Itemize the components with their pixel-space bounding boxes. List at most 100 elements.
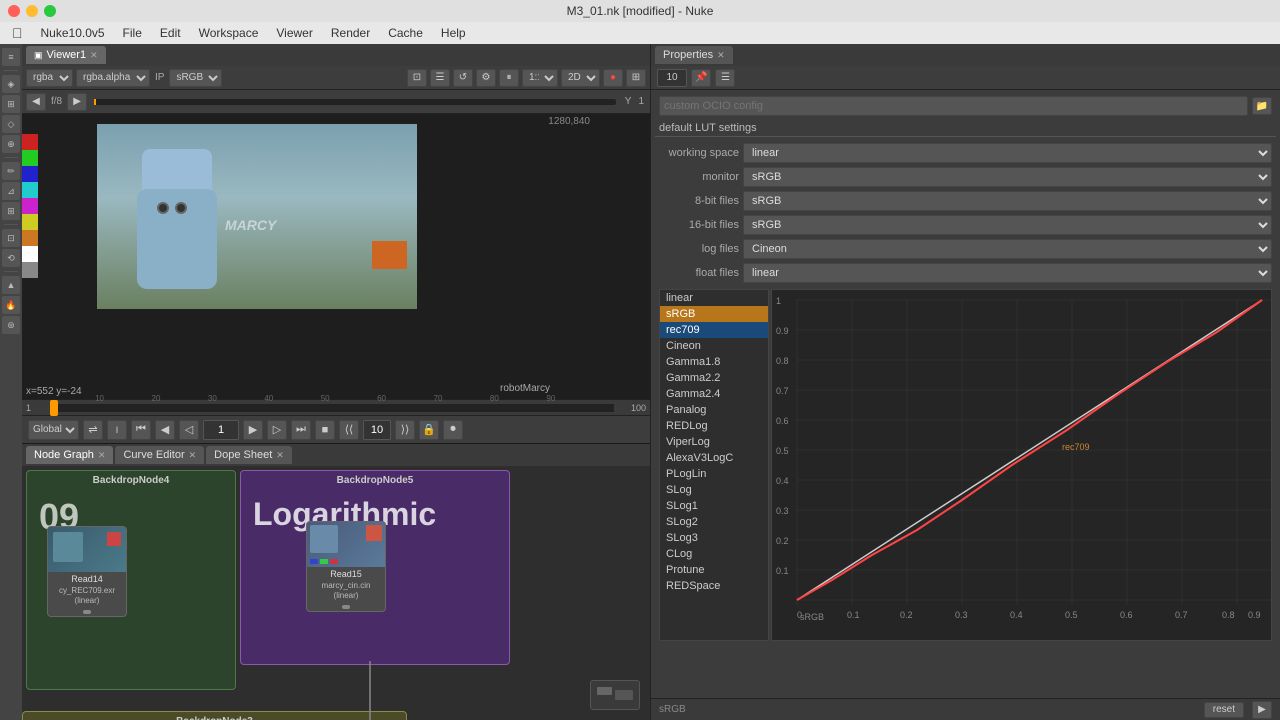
dope-sheet-close[interactable]: ✕ bbox=[276, 450, 284, 461]
toolbar-btn-7[interactable]: ⊿ bbox=[2, 182, 20, 200]
toolbar-btn-fire[interactable]: 🔥 bbox=[2, 296, 20, 314]
playback-nudge-left[interactable]: ⟨⟨ bbox=[339, 420, 359, 440]
toolbar-btn-10[interactable]: ⟲ bbox=[2, 249, 20, 267]
playback-nudge-right[interactable]: ⟩⟩ bbox=[395, 420, 415, 440]
curve-editor-close[interactable]: ✕ bbox=[189, 450, 197, 461]
playback-first-btn[interactable]: ⏮ bbox=[131, 420, 151, 440]
timeline-track[interactable]: 10 20 30 40 50 60 70 80 90 bbox=[50, 404, 614, 412]
zoom-select[interactable]: 1:1 bbox=[522, 69, 558, 87]
viewer-refresh-btn[interactable]: ↺ bbox=[453, 69, 473, 87]
tab-node-graph[interactable]: Node Graph ✕ bbox=[26, 446, 113, 464]
tab-curve-editor[interactable]: Curve Editor ✕ bbox=[115, 446, 204, 464]
float-dropdown[interactable]: linear bbox=[743, 263, 1272, 283]
apple-menu[interactable]:  bbox=[4, 25, 31, 41]
minimize-button[interactable] bbox=[26, 5, 38, 17]
lut-item-ploglin[interactable]: PLogLin bbox=[660, 466, 768, 482]
viewer-nav-right[interactable]: ▶ bbox=[67, 93, 87, 111]
channels-select[interactable]: rgba bbox=[26, 69, 73, 87]
toolbar-btn-1[interactable]: ≡ bbox=[2, 48, 20, 66]
menu-viewer[interactable]: Viewer bbox=[268, 24, 320, 42]
lut-item-redlog[interactable]: REDLog bbox=[660, 418, 768, 434]
lut-item-viperlog[interactable]: ViperLog bbox=[660, 434, 768, 450]
playback-back-btn[interactable]: ◁ bbox=[179, 420, 199, 440]
menu-edit[interactable]: Edit bbox=[152, 24, 189, 42]
viewer-pip-btn[interactable]: ⊞ bbox=[626, 69, 646, 87]
playback-type-btn[interactable]: I bbox=[107, 420, 127, 440]
lut-item-linear[interactable]: linear bbox=[660, 290, 768, 306]
properties-tab[interactable]: Properties ✕ bbox=[655, 46, 733, 64]
properties-tab-close[interactable]: ✕ bbox=[717, 50, 725, 61]
menu-help[interactable]: Help bbox=[433, 24, 474, 42]
lut-item-gamma18[interactable]: Gamma1.8 bbox=[660, 354, 768, 370]
playback-prev-btn[interactable]: ◀ bbox=[155, 420, 175, 440]
toolbar-btn-2[interactable]: ◈ bbox=[2, 75, 20, 93]
node-minimap[interactable] bbox=[590, 680, 640, 710]
reset-button[interactable]: reset bbox=[1204, 702, 1244, 718]
viewer-fullscreen-btn[interactable]: ⊡ bbox=[407, 69, 427, 87]
menu-cache[interactable]: Cache bbox=[380, 24, 431, 42]
toolbar-btn-4[interactable]: ◇ bbox=[2, 115, 20, 133]
monitor-dropdown[interactable]: sRGB bbox=[743, 167, 1272, 187]
lut-item-clog[interactable]: CLog bbox=[660, 546, 768, 562]
read14-node[interactable]: Read14 cy_REC709.exr (linear) bbox=[47, 526, 127, 617]
toolbar-btn-9[interactable]: ⊡ bbox=[2, 229, 20, 247]
toolbar-btn-3[interactable]: ⊞ bbox=[2, 95, 20, 113]
viewer-list-btn[interactable]: ☰ bbox=[430, 69, 450, 87]
working-space-dropdown[interactable]: linear bbox=[743, 143, 1272, 163]
tab-dope-sheet[interactable]: Dope Sheet ✕ bbox=[206, 446, 292, 464]
lut-item-slog3[interactable]: SLog3 bbox=[660, 530, 768, 546]
ocio-config-input[interactable] bbox=[659, 96, 1248, 116]
16bit-dropdown[interactable]: sRGB bbox=[743, 215, 1272, 235]
read15-node[interactable]: Read15 marcy_cin.cin (linear) bbox=[306, 521, 386, 612]
playback-record-btn[interactable]: ⏺ bbox=[443, 420, 463, 440]
toolbar-btn-12[interactable]: ⊛ bbox=[2, 316, 20, 334]
playback-fwd-btn[interactable]: ▷ bbox=[267, 420, 287, 440]
8bit-dropdown[interactable]: sRGB bbox=[743, 191, 1272, 211]
chart-next-btn[interactable]: ▶ bbox=[1252, 701, 1272, 719]
close-button[interactable] bbox=[8, 5, 20, 17]
lut-item-slog[interactable]: SLog bbox=[660, 482, 768, 498]
log-dropdown[interactable]: Cineon bbox=[743, 239, 1272, 259]
traffic-lights[interactable] bbox=[8, 5, 56, 17]
toolbar-btn-8[interactable]: ⊞ bbox=[2, 202, 20, 220]
lut-item-panalog[interactable]: Panalog bbox=[660, 402, 768, 418]
prop-value-input[interactable] bbox=[657, 69, 687, 87]
viewer-settings-btn[interactable]: ⚙ bbox=[476, 69, 496, 87]
lut-item-rec709[interactable]: rec709 bbox=[660, 322, 768, 338]
maximize-button[interactable] bbox=[44, 5, 56, 17]
menu-file[interactable]: File bbox=[115, 24, 150, 42]
playback-mode-select[interactable]: Global bbox=[28, 420, 79, 440]
ocio-folder-btn[interactable]: 📁 bbox=[1252, 97, 1272, 115]
colorspace-select[interactable]: sRGB bbox=[169, 69, 222, 87]
lut-item-slog2[interactable]: SLog2 bbox=[660, 514, 768, 530]
lut-item-protune[interactable]: Protune bbox=[660, 562, 768, 578]
node-graph-close[interactable]: ✕ bbox=[98, 450, 106, 461]
menu-render[interactable]: Render bbox=[323, 24, 378, 42]
playback-link-btn[interactable]: ⇌ bbox=[83, 420, 103, 440]
lut-item-alexav3logc[interactable]: AlexaV3LogC bbox=[660, 450, 768, 466]
playback-lock-btn[interactable]: 🔒 bbox=[419, 420, 439, 440]
viewer-pause-btn[interactable]: ⏸ bbox=[499, 69, 519, 87]
lut-item-gamma22[interactable]: Gamma2.2 bbox=[660, 370, 768, 386]
playback-frame-input[interactable]: 1 bbox=[203, 420, 239, 440]
lut-item-redspace[interactable]: REDSpace bbox=[660, 578, 768, 594]
toolbar-btn-11[interactable]: ▲ bbox=[2, 276, 20, 294]
menu-nuke[interactable]: Nuke10.0v5 bbox=[33, 24, 113, 42]
playback-last-btn[interactable]: ⏭ bbox=[291, 420, 311, 440]
menu-workspace[interactable]: Workspace bbox=[191, 24, 267, 42]
viewer-color-btn[interactable]: ● bbox=[603, 69, 623, 87]
viewer-tab[interactable]: ▣ Viewer1 ✕ bbox=[26, 46, 106, 64]
toolbar-btn-5[interactable]: ⊕ bbox=[2, 135, 20, 153]
lut-item-srgb[interactable]: sRGB bbox=[660, 306, 768, 322]
playback-stop-btn[interactable]: ■ bbox=[315, 420, 335, 440]
node-graph-canvas[interactable]: BackdropNode4 09 Read14 cy_REC709.exr (l… bbox=[22, 466, 650, 720]
toolbar-btn-6[interactable]: ✏ bbox=[2, 162, 20, 180]
playback-play-btn[interactable]: ▶ bbox=[243, 420, 263, 440]
playback-fps-input[interactable]: 10 bbox=[363, 420, 391, 440]
lut-item-gamma24[interactable]: Gamma2.4 bbox=[660, 386, 768, 402]
alpha-select[interactable]: rgba.alpha bbox=[76, 69, 150, 87]
lut-item-slog1[interactable]: SLog1 bbox=[660, 498, 768, 514]
viewer-nav-left[interactable]: ◀ bbox=[26, 93, 46, 111]
lut-item-cineon[interactable]: Cineon bbox=[660, 338, 768, 354]
prop-pin-btn[interactable]: 📌 bbox=[691, 69, 711, 87]
